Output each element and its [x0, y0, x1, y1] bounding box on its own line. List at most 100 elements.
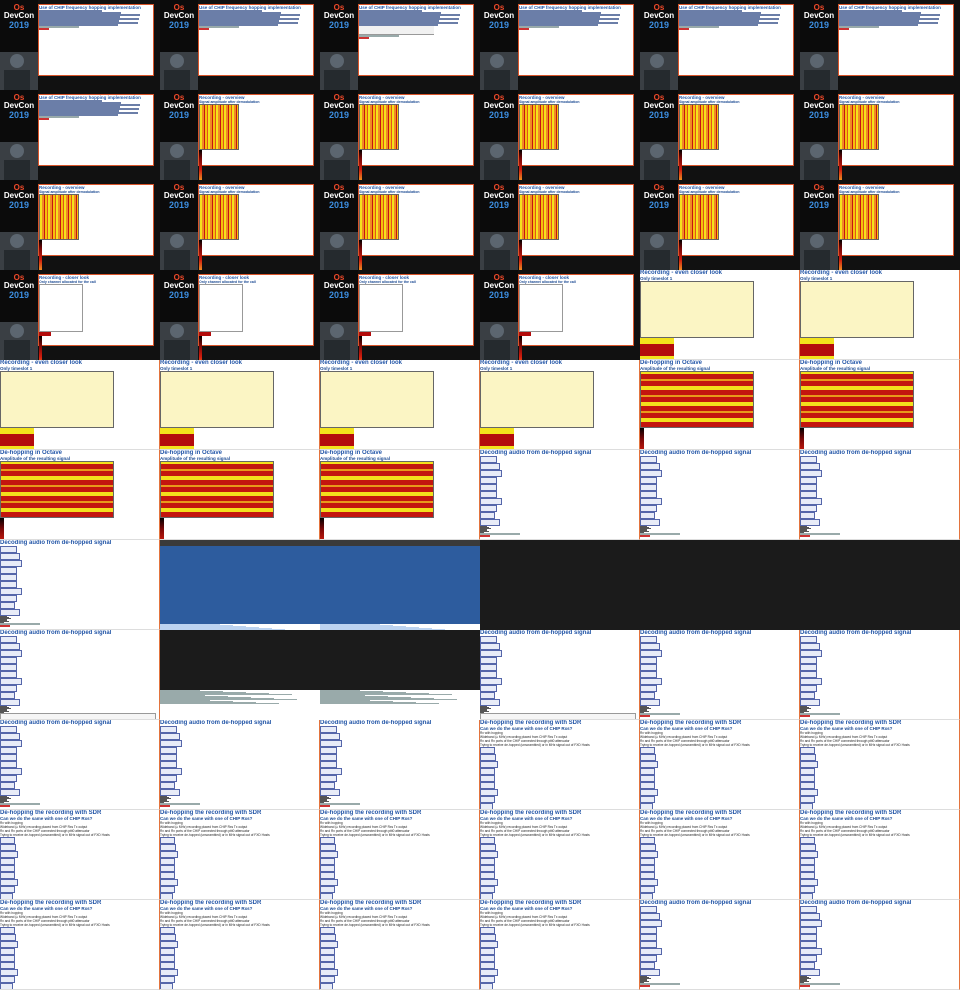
slide-page-number	[679, 28, 689, 30]
flowgraph-block	[160, 768, 182, 775]
slide-title: Decoding audio from de-hopped signal	[800, 450, 912, 456]
flowgraph-block	[640, 851, 659, 858]
flowgraph-block	[160, 934, 177, 941]
flowgraph-block	[800, 844, 817, 851]
video-frame-slide-31: De-hopping in Octave Amplitude of the res…	[0, 450, 160, 540]
slide-thumbnail: Decoding audio from de-hopped signal	[640, 450, 798, 538]
blank-area	[320, 704, 480, 720]
flowgraph-block	[320, 983, 333, 989]
colorbar	[519, 150, 522, 180]
slide-thumbnail: De-hopping the recording with SDR Can we …	[480, 900, 638, 989]
flowgraph-block	[800, 837, 815, 844]
flowgraph-block	[320, 754, 338, 761]
hopping-plot	[640, 281, 754, 338]
osmo-devcon-logo: Os DevCon 2019	[803, 183, 835, 211]
video-frame-slide-51: Decoding audio from de-hopped signal	[320, 720, 480, 810]
slide-thumbnail: De-hopping the recording with SDR Can we …	[320, 810, 478, 899]
flowgraph-block	[160, 948, 175, 955]
flowgraph-block	[480, 636, 498, 643]
spectrum-heatmap	[519, 194, 559, 240]
flowgraph-block	[160, 754, 178, 761]
flowgraph-block	[0, 581, 18, 588]
slide-thumbnail: Recording - overview Signal amplitude aft…	[678, 184, 794, 270]
slide-page-number	[640, 985, 650, 987]
bullet-text: Trying to receive de-hopped (unscrambled…	[0, 833, 110, 837]
flowgraph-block	[0, 934, 17, 941]
video-frame-screen-38	[160, 540, 320, 630]
slide-page-number	[0, 625, 10, 627]
slide-thumbnail: Decoding audio from de-hopped signal	[800, 450, 958, 538]
slide-thumbnail: Recording - overview Signal amplitude aft…	[838, 184, 954, 270]
closer-plot	[519, 284, 563, 332]
screen-capture	[320, 540, 480, 630]
slide-thumbnail: Recording - even closer look Only timeslo…	[160, 360, 318, 449]
video-frame-screen-40	[480, 540, 640, 630]
flowgraph-block	[640, 519, 660, 526]
flowgraph-block	[320, 893, 333, 899]
video-frame-slide-59: De-hopping the recording with SDR Can we …	[640, 810, 800, 900]
flowgraph-block	[320, 726, 338, 733]
slide-subtitle: Only channel allocated for the call	[359, 280, 416, 284]
flowgraph-block	[640, 955, 658, 962]
flowgraph-block	[0, 927, 15, 934]
slide-subtitle: Signal amplitude after demodulation	[39, 190, 100, 194]
colorbar	[839, 240, 842, 270]
slide-subtitle: Signal amplitude after demodulation	[199, 100, 260, 104]
flowgraph-block	[160, 837, 175, 844]
slide-thumbnail: Recording - overview Signal amplitude aft…	[198, 94, 314, 180]
flowgraph-block	[480, 969, 499, 976]
colorbar	[359, 150, 362, 180]
presenter-video	[640, 52, 678, 90]
video-frame-slide-48: Decoding audio from de-hopped signal	[800, 630, 960, 720]
slide-thumbnail: De-hopping the recording with SDR Can we …	[160, 810, 318, 899]
flowgraph-block	[480, 643, 500, 650]
video-frame-slide-57: De-hopping the recording with SDR Can we …	[320, 810, 480, 900]
flowgraph-block	[160, 962, 175, 969]
flowgraph-block	[640, 920, 662, 927]
flowgraph-block	[800, 851, 819, 858]
video-frame-screen-41	[640, 540, 800, 630]
osmo-devcon-logo: Os DevCon 2019	[323, 3, 355, 31]
flowgraph-block	[160, 955, 175, 962]
flowgraph-block	[640, 512, 656, 519]
slide-thumbnail: Recording - even closer look Only timeslo…	[320, 360, 478, 449]
video-frame-slide-24: Recording - even closer look Only timeslo…	[800, 270, 960, 360]
flowgraph-block	[800, 782, 815, 789]
slide-thumbnail: De-hopping the recording with SDR Can we …	[480, 720, 638, 809]
slide-thumbnail: Use of CHIP frequency hopping implementa…	[678, 4, 794, 76]
video-frame-talk-15: Os DevCon 2019 Recording - overview Signa…	[320, 180, 480, 270]
flowgraph-block	[0, 879, 19, 886]
flowgraph-block	[800, 678, 822, 685]
video-frame-slide-23: Recording - even closer look Only timeslo…	[640, 270, 800, 360]
bullet-text: Trying to receive de-hopped (unscrambled…	[640, 833, 750, 837]
flowgraph-block	[0, 837, 15, 844]
slide-subtitle: Signal amplitude after demodulation	[359, 100, 420, 104]
video-frame-slide-37: Decoding audio from de-hopped signal	[0, 540, 160, 630]
flowgraph-block	[640, 678, 662, 685]
flowgraph-block	[160, 983, 173, 989]
flowgraph-block	[640, 491, 658, 498]
video-frame-slide-66: Decoding audio from de-hopped signal	[800, 900, 960, 990]
presenter-video	[320, 52, 358, 90]
slide-page-number	[800, 535, 810, 537]
slide-page-number	[160, 805, 170, 807]
video-frame-talk-6: Os DevCon 2019 Use of CHIP frequency hop…	[800, 0, 960, 90]
flowgraph-block	[800, 650, 822, 657]
flowgraph-block	[320, 865, 335, 872]
flowgraph-block	[800, 920, 822, 927]
colorbar	[519, 240, 522, 270]
video-frame-slide-36: Decoding audio from de-hopped signal	[800, 450, 960, 540]
flowgraph-block	[320, 768, 342, 775]
flowgraph-block	[0, 782, 16, 789]
flowgraph-block	[640, 671, 658, 678]
video-frame-slide-54: De-hopping the recording with SDR Can we …	[800, 720, 960, 810]
flowgraph-block	[0, 685, 18, 692]
spectrum-heatmap	[839, 194, 879, 240]
presenter-video	[0, 232, 38, 270]
flowgraph-block	[480, 872, 495, 879]
flowgraph-block	[320, 872, 335, 879]
video-frame-slide-64: De-hopping the recording with SDR Can we …	[480, 900, 640, 990]
flowgraph-block	[640, 477, 658, 484]
slide-page-number	[359, 37, 369, 39]
colorbar	[0, 518, 4, 539]
